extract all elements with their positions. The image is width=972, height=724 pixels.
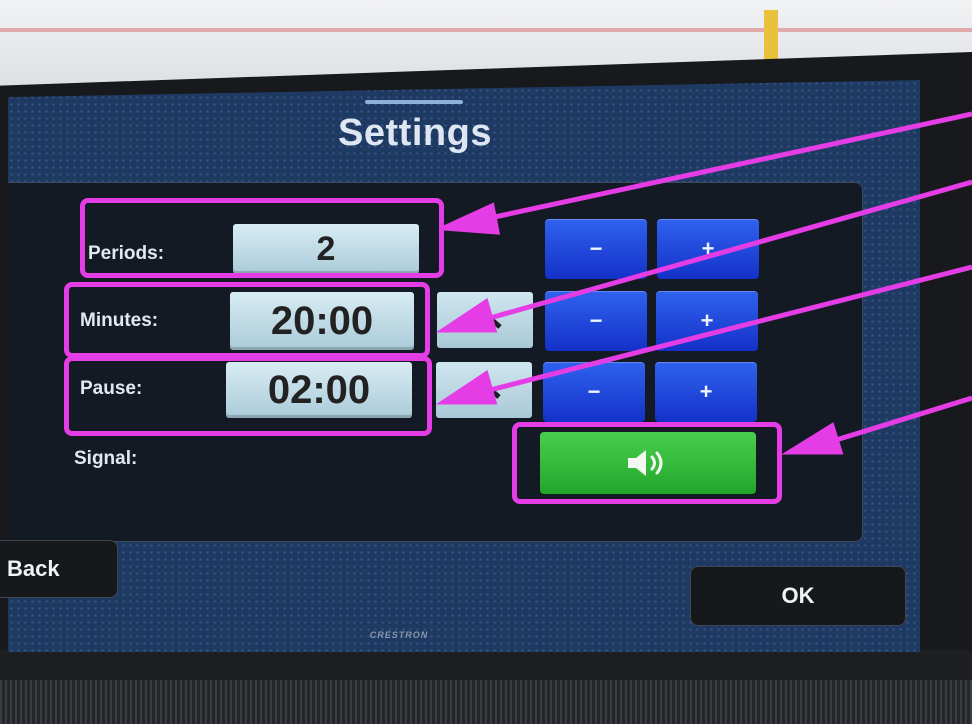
arrowhead-pause <box>435 370 498 405</box>
annotation-arrows <box>435 111 972 455</box>
arrowhead-minutes <box>435 298 498 333</box>
arrowhead-signal <box>781 422 844 455</box>
arrowhead-periods <box>442 202 501 235</box>
arrow-to-pause <box>489 264 972 393</box>
arrow-to-signal <box>835 395 972 443</box>
